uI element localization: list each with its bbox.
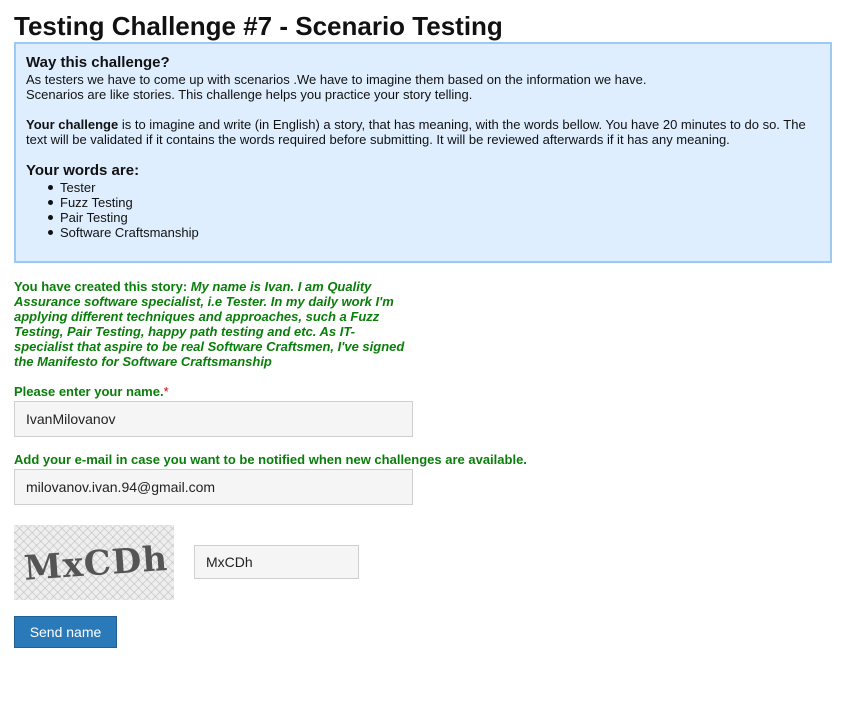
story-prefix: You have created this story: — [14, 279, 191, 294]
captcha-image-text: MxCDh — [23, 539, 170, 589]
captcha-row: MxCDh — [14, 525, 832, 600]
created-story: You have created this story: My name is … — [14, 279, 414, 369]
name-field-group: Please enter your name.* — [14, 384, 832, 437]
name-input[interactable] — [14, 401, 413, 437]
email-input[interactable] — [14, 469, 413, 505]
required-asterisk: * — [163, 384, 169, 399]
list-item: Fuzz Testing — [48, 195, 820, 210]
email-field-group: Add your e-mail in case you want to be n… — [14, 452, 832, 505]
page-container: Testing Challenge #7 - Scenario Testing … — [14, 0, 832, 648]
challenge-info-box: Way this challenge? As testers we have t… — [14, 42, 832, 263]
info-line-1: As testers we have to come up with scena… — [26, 72, 647, 87]
info-heading: Way this challenge? — [26, 54, 170, 71]
captcha-image: MxCDh — [14, 525, 174, 600]
captcha-input[interactable] — [194, 545, 359, 579]
words-heading: Your words are: — [26, 162, 140, 179]
send-name-button[interactable]: Send name — [14, 616, 117, 648]
page-title: Testing Challenge #7 - Scenario Testing — [14, 11, 503, 41]
challenge-description: Your challenge is to imagine and write (… — [26, 117, 820, 147]
list-item: Tester — [48, 180, 820, 195]
list-item: Pair Testing — [48, 210, 820, 225]
challenge-bold: Your challenge — [26, 117, 119, 132]
email-label: Add your e-mail in case you want to be n… — [14, 452, 527, 467]
name-label: Please enter your name.* — [14, 384, 169, 399]
info-line-2: Scenarios are like stories. This challen… — [26, 87, 473, 102]
words-list: Tester Fuzz Testing Pair Testing Softwar… — [26, 180, 820, 240]
list-item: Software Craftsmanship — [48, 225, 820, 240]
challenge-text: is to imagine and write (in English) a s… — [26, 117, 806, 147]
